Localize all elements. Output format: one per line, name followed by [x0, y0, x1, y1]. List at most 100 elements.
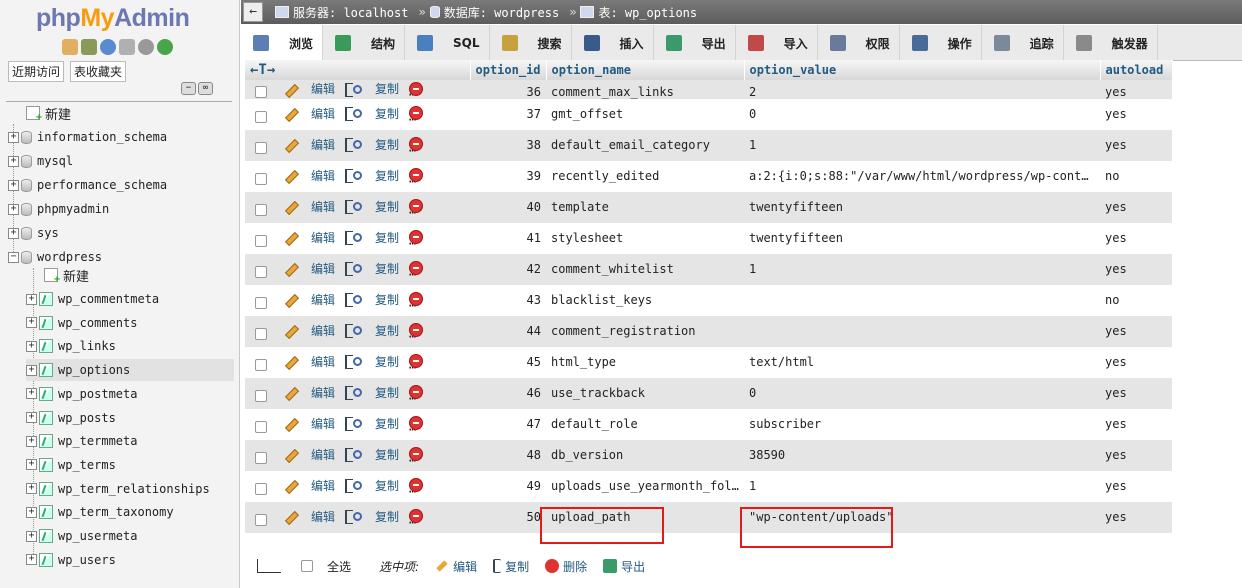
cell-option-name[interactable]: gmt_offset — [546, 98, 744, 130]
row-checkbox[interactable] — [255, 110, 267, 123]
cell-autoload[interactable]: yes — [1100, 80, 1172, 99]
delete-link[interactable]: 删除 — [409, 260, 461, 277]
delete-link[interactable]: 删除 — [409, 415, 461, 432]
cell-autoload[interactable]: yes — [1100, 222, 1172, 254]
cell-option-id[interactable]: 44 — [470, 315, 546, 347]
cell-option-value[interactable]: twentyfifteen — [744, 191, 1100, 223]
sidebar-table-wp_posts[interactable]: + wp_posts — [26, 407, 116, 429]
edit-link[interactable]: 编辑 — [283, 260, 335, 277]
column-header-option-id[interactable]: option_id — [470, 60, 547, 80]
edit-link[interactable]: 编辑 — [283, 80, 335, 97]
row-checkbox[interactable] — [255, 86, 267, 98]
sidebar-table-wp_term_relationships[interactable]: + wp_term_relationships — [26, 478, 210, 500]
row-checkbox[interactable] — [255, 389, 267, 402]
edit-link[interactable]: 编辑 — [283, 446, 335, 463]
copy-link[interactable]: 复制 — [345, 136, 399, 153]
phpmyadmin-logo[interactable]: phpMyAdmin — [36, 4, 190, 33]
tab-triggers[interactable]: 触发器 — [1064, 25, 1158, 61]
cell-autoload[interactable]: yes — [1100, 346, 1172, 378]
cell-option-name[interactable]: use_trackback — [546, 377, 744, 409]
collapse-all-icon[interactable]: − — [181, 82, 196, 95]
collapse-icon[interactable]: − — [8, 251, 19, 263]
column-resize-arrows[interactable]: ←T→ — [245, 60, 471, 80]
cell-option-value[interactable]: subscriber — [744, 408, 1100, 440]
cell-option-id[interactable]: 38 — [470, 129, 546, 161]
select-all-label[interactable]: 全选 — [327, 558, 351, 575]
sidebar-table-wp_users[interactable]: + wp_users — [26, 549, 116, 571]
home-icon[interactable] — [62, 39, 78, 55]
settings-icon[interactable] — [138, 39, 154, 55]
edit-link[interactable]: 编辑 — [283, 384, 335, 401]
sidebar-table-wp_usermeta[interactable]: + wp_usermeta — [26, 525, 137, 547]
delete-link[interactable]: 删除 — [409, 167, 461, 184]
expand-icon[interactable]: + — [26, 388, 37, 400]
cell-option-value[interactable]: twentyfifteen — [744, 222, 1100, 254]
row-checkbox[interactable] — [255, 141, 267, 154]
sidebar-table-wp_links[interactable]: + wp_links — [26, 335, 116, 357]
tab-tracking[interactable]: 追踪 — [982, 25, 1064, 61]
delete-link[interactable]: 删除 — [409, 508, 461, 525]
cell-option-id[interactable]: 45 — [470, 346, 546, 378]
sidebar-table-wp_options[interactable]: + wp_options — [26, 359, 234, 382]
breadcrumb-database[interactable]: 数据库: wordpress — [429, 4, 559, 21]
cell-option-value[interactable] — [744, 284, 1100, 316]
bulk-delete-button[interactable]: 删除 — [545, 558, 587, 575]
back-button[interactable]: ← — [243, 2, 263, 22]
tab-privileges[interactable]: 权限 — [818, 25, 900, 61]
cell-option-id[interactable]: 49 — [470, 470, 546, 502]
tab-browse[interactable]: 浏览 — [241, 25, 324, 61]
row-checkbox[interactable] — [255, 513, 267, 526]
row-checkbox[interactable] — [255, 420, 267, 433]
cell-autoload[interactable]: no — [1100, 284, 1172, 316]
delete-link[interactable]: 删除 — [409, 80, 461, 97]
cell-autoload[interactable]: yes — [1100, 129, 1172, 161]
delete-link[interactable]: 删除 — [409, 291, 461, 308]
cell-autoload[interactable]: yes — [1100, 315, 1172, 347]
expand-icon[interactable]: + — [26, 435, 37, 447]
expand-icon[interactable]: + — [26, 483, 37, 495]
copy-link[interactable]: 复制 — [345, 415, 399, 432]
tab-insert[interactable]: 插入 — [572, 25, 654, 61]
sidebar-table-wp_commentmeta[interactable]: + wp_commentmeta — [26, 288, 159, 310]
bulk-copy-button[interactable]: 复制 — [493, 558, 529, 575]
sidebar-db-information_schema[interactable]: + information_schema — [8, 126, 167, 148]
cell-autoload[interactable]: yes — [1100, 501, 1172, 533]
cell-option-value[interactable]: 2 — [744, 80, 1100, 99]
cell-option-name[interactable]: default_role — [546, 408, 744, 440]
expand-icon[interactable]: + — [8, 155, 19, 167]
row-checkbox[interactable] — [255, 327, 267, 340]
cell-option-name[interactable]: db_version — [546, 439, 744, 471]
cell-autoload[interactable]: yes — [1100, 439, 1172, 471]
copy-link[interactable]: 复制 — [345, 322, 399, 339]
copy-link[interactable]: 复制 — [345, 477, 399, 494]
tab-sql[interactable]: SQL — [405, 25, 490, 61]
help-icon[interactable] — [100, 39, 116, 55]
sidebar-table-wp_terms[interactable]: + wp_terms — [26, 454, 116, 476]
wordpress-new-table-item[interactable]: 新建 — [44, 264, 89, 286]
delete-link[interactable]: 删除 — [409, 384, 461, 401]
expand-icon[interactable]: + — [26, 412, 37, 423]
cell-autoload[interactable]: yes — [1100, 377, 1172, 409]
copy-link[interactable]: 复制 — [345, 384, 399, 401]
copy-link[interactable]: 复制 — [345, 508, 399, 525]
cell-autoload[interactable]: yes — [1100, 191, 1172, 223]
row-checkbox[interactable] — [255, 482, 267, 495]
new-database-item[interactable]: 新建 — [26, 102, 71, 124]
docs-icon[interactable] — [119, 39, 135, 55]
copy-link[interactable]: 复制 — [345, 198, 399, 215]
delete-link[interactable]: 删除 — [409, 477, 461, 494]
copy-link[interactable]: 复制 — [345, 80, 399, 97]
cell-option-id[interactable]: 36 — [470, 80, 546, 99]
expand-icon[interactable]: + — [26, 293, 37, 305]
expand-icon[interactable]: + — [8, 203, 19, 215]
delete-link[interactable]: 删除 — [409, 446, 461, 463]
edit-link[interactable]: 编辑 — [283, 105, 335, 122]
cell-option-id[interactable]: 46 — [470, 377, 546, 409]
row-checkbox[interactable] — [255, 451, 267, 464]
cell-option-id[interactable]: 37 — [470, 98, 546, 130]
reload-icon[interactable] — [157, 39, 173, 55]
delete-link[interactable]: 删除 — [409, 353, 461, 370]
sidebar-table-wp_postmeta[interactable]: + wp_postmeta — [26, 383, 137, 405]
row-checkbox[interactable] — [255, 296, 267, 309]
logout-icon[interactable] — [81, 39, 97, 55]
